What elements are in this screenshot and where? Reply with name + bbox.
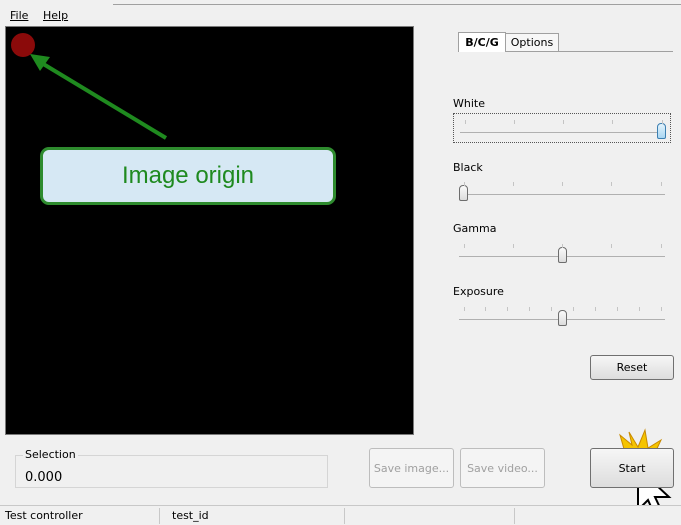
slider-tick — [638, 307, 640, 311]
selection-label: Selection — [23, 448, 78, 461]
slider-tick — [464, 120, 466, 124]
slider-tick — [562, 244, 563, 248]
slider-tick — [562, 182, 563, 186]
slider-tick — [660, 182, 662, 186]
status-separator — [159, 508, 160, 524]
image-origin-label: Image origin — [40, 147, 336, 205]
slider-thumb[interactable] — [557, 310, 567, 326]
slider-tick — [463, 244, 465, 248]
slider-tick — [660, 307, 662, 311]
slider-tick — [463, 307, 465, 311]
slider-tick — [512, 244, 514, 248]
slider-tick — [572, 307, 574, 311]
slider-tick — [616, 307, 618, 311]
slider-tick — [594, 307, 596, 311]
menu-help[interactable]: Help — [43, 9, 68, 22]
slider-thumb[interactable] — [459, 185, 468, 201]
slider-tick — [551, 307, 553, 311]
slider-tick — [611, 244, 613, 248]
save-image-button[interactable]: Save image... — [369, 448, 454, 488]
status-test-id: test_id — [172, 509, 209, 522]
status-controller: Test controller — [5, 509, 83, 522]
exposure-label: Exposure — [453, 285, 504, 298]
slider-tick — [563, 120, 564, 124]
slider-track — [459, 194, 665, 195]
slider-thumb[interactable] — [557, 247, 567, 263]
menu-file[interactable]: File — [10, 9, 28, 22]
start-button[interactable]: Start — [590, 448, 674, 488]
slider-tick — [529, 307, 531, 311]
slider-tick — [485, 307, 487, 311]
tab-options[interactable]: Options — [505, 33, 559, 51]
slider-tick — [463, 182, 465, 186]
slider-tick — [660, 244, 662, 248]
black-label: Black — [453, 161, 483, 174]
slider-tick — [512, 182, 514, 186]
image-viewer[interactable] — [5, 26, 414, 435]
window-top-border — [113, 4, 681, 5]
status-separator — [514, 508, 515, 524]
slider-tick — [513, 120, 515, 124]
slider-tick — [611, 182, 613, 186]
black-slider[interactable] — [453, 176, 671, 206]
white-label: White — [453, 97, 485, 110]
selection-value: 0.000 — [25, 470, 63, 485]
menu-bar: File Help — [0, 0, 681, 24]
status-separator — [344, 508, 345, 524]
gamma-slider[interactable] — [453, 238, 671, 268]
slider-tick — [661, 120, 663, 124]
menu-help-label: Help — [43, 9, 69, 22]
slider-tick — [612, 120, 614, 124]
gamma-label: Gamma — [453, 222, 497, 235]
reset-button[interactable]: Reset — [590, 355, 674, 380]
save-video-button[interactable]: Save video... — [460, 448, 545, 488]
tab-bcg[interactable]: B/C/G — [458, 32, 506, 52]
menu-file-label: File — [10, 9, 29, 22]
slider-thumb[interactable] — [657, 123, 666, 139]
white-slider[interactable] — [453, 113, 671, 143]
slider-track — [460, 132, 664, 133]
slider-tick — [507, 307, 509, 311]
exposure-slider[interactable] — [453, 301, 671, 331]
status-bar: Test controller test_id — [0, 505, 681, 525]
